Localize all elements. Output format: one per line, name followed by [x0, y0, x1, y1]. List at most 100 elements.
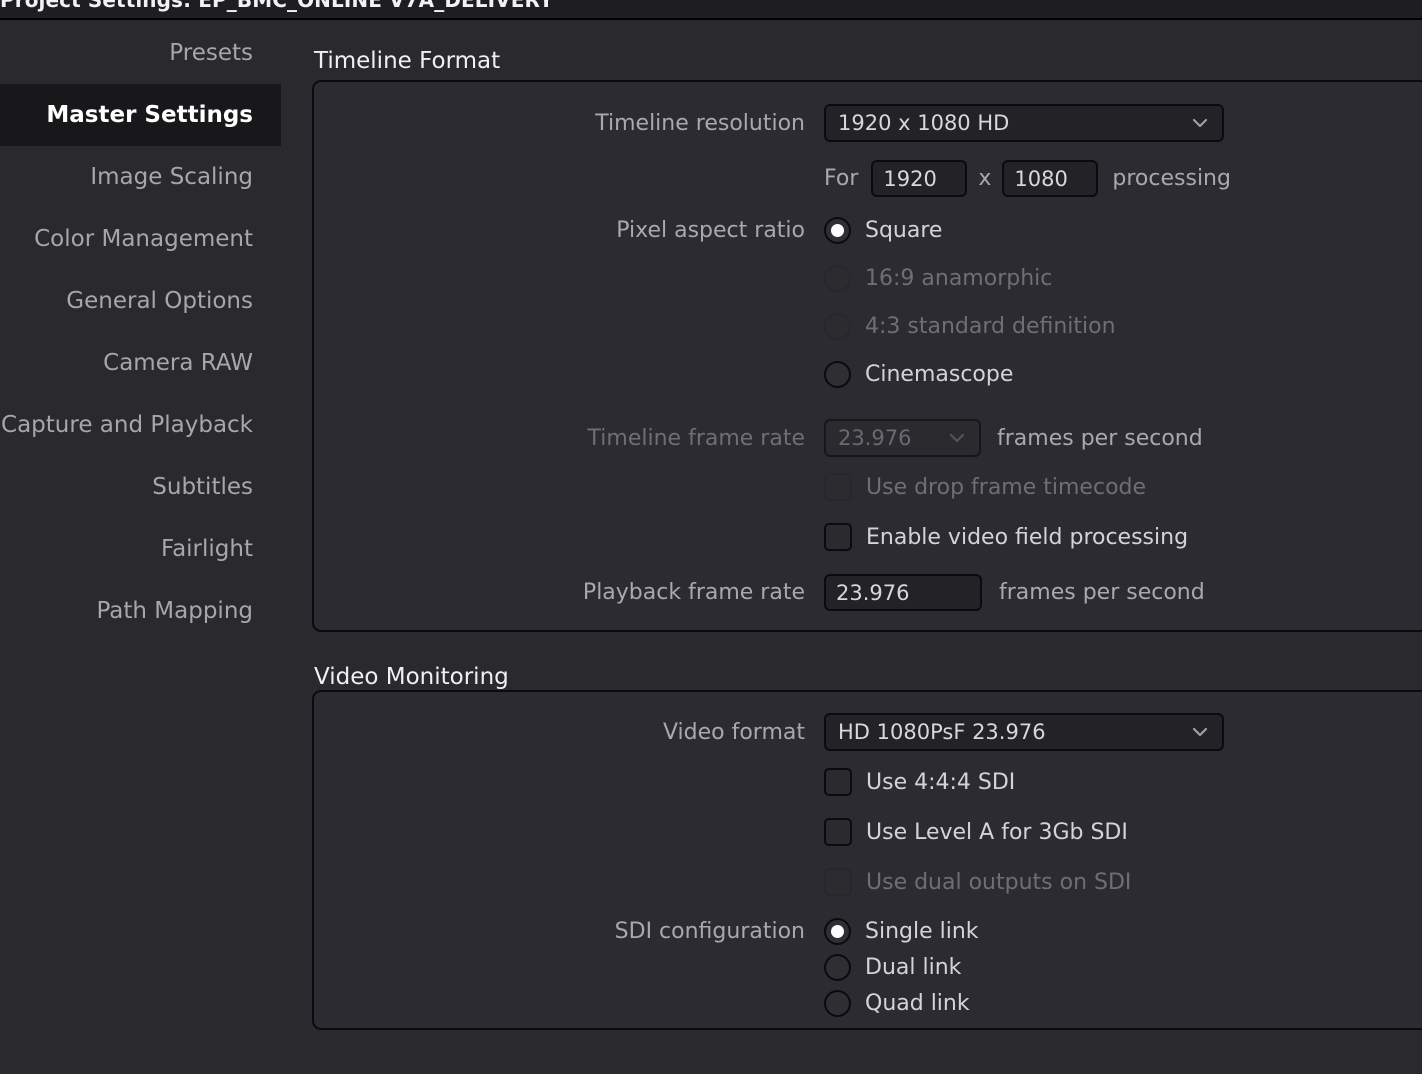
use-level-a-label: Use Level A for 3Gb SDI: [866, 819, 1128, 845]
radio-icon-cinemascope[interactable]: [824, 361, 851, 388]
video-format-label: Video format: [662, 719, 805, 745]
radio-icon-4-3-standard-definition: [824, 313, 851, 340]
use-dual-outputs-row: Use dual outputs on SDI: [314, 868, 1131, 896]
video-monitoring-panel: Video format HD 1080PsF 23.976 Use 4:4:4…: [312, 690, 1422, 1030]
use-dual-outputs-label: Use dual outputs on SDI: [866, 869, 1132, 895]
use-444-sdi-label: Use 4:4:4 SDI: [866, 769, 1016, 795]
sidebar-item-general-options[interactable]: General Options: [0, 270, 281, 332]
processing-width-input[interactable]: 1920: [871, 160, 968, 197]
sidebar-item-label: Capture and Playback: [1, 412, 253, 438]
timeline-frame-rate-dropdown: 23.976: [824, 419, 981, 457]
sidebar-item-camera-raw[interactable]: Camera RAW: [0, 332, 281, 394]
sidebar-item-path-mapping[interactable]: Path Mapping: [0, 580, 281, 642]
use-level-a-option[interactable]: Use Level A for 3Gb SDI: [824, 818, 1128, 846]
pixel-aspect-ratio-row-square: Pixel aspect ratio Square: [314, 217, 942, 244]
playback-frame-rate-input[interactable]: 23.976: [824, 574, 982, 611]
radio-icon-square[interactable]: [824, 217, 851, 244]
sidebar-item-label: Fairlight: [160, 536, 253, 562]
timeline-resolution-row: Timeline resolution 1920 x 1080 HD: [314, 104, 1224, 142]
sdi-configuration-option-single-link[interactable]: Single link: [824, 918, 979, 945]
sdi-configuration-row-dual: Dual link: [314, 954, 961, 981]
chevron-down-icon: [947, 428, 967, 448]
sidebar-item-capture-and-playback[interactable]: Capture and Playback: [0, 394, 281, 456]
sidebar-item-label: Color Management: [34, 226, 253, 252]
sidebar-item-subtitles[interactable]: Subtitles: [0, 456, 281, 518]
pixel-aspect-ratio-row-anamorphic: 16:9 anamorphic: [314, 265, 1052, 292]
sidebar-item-label: Camera RAW: [103, 350, 253, 376]
sidebar-item-label: Presets: [169, 40, 253, 66]
processing-width-value: 1920: [883, 166, 937, 191]
timeline-resolution-value: 1920 x 1080 HD: [838, 111, 1010, 135]
sidebar-item-label: Master Settings: [46, 102, 253, 128]
timeline-frame-rate-row: Timeline frame rate 23.976 frames per se…: [314, 419, 1203, 457]
playback-frame-rate-label: Playback frame rate: [582, 580, 805, 605]
timeline-frame-rate-unit: frames per second: [997, 425, 1203, 451]
settings-content: Timeline Format Timeline resolution 1920…: [281, 22, 1422, 1074]
use-level-a-row: Use Level A for 3Gb SDI: [314, 818, 1128, 846]
sidebar-item-label: Image Scaling: [90, 164, 253, 190]
sdi-configuration-option-label: Dual link: [865, 955, 962, 980]
sidebar-item-master-settings[interactable]: Master Settings: [0, 84, 281, 146]
pixel-aspect-ratio-option-4-3-standard-definition: 4:3 standard definition: [824, 313, 1116, 340]
video-format-value: HD 1080PsF 23.976: [838, 720, 1046, 744]
sidebar-item-image-scaling[interactable]: Image Scaling: [0, 146, 281, 208]
pixel-aspect-ratio-row-sd: 4:3 standard definition: [314, 313, 1116, 340]
sidebar-item-label: Path Mapping: [96, 598, 253, 624]
processing-suffix: processing: [1112, 166, 1231, 191]
pixel-aspect-ratio-option-label: 4:3 standard definition: [865, 314, 1116, 339]
video-format-dropdown[interactable]: HD 1080PsF 23.976: [824, 713, 1224, 751]
playback-frame-rate-value: 23.976: [836, 580, 910, 605]
timeline-format-panel: Timeline resolution 1920 x 1080 HD For 1…: [312, 80, 1422, 632]
timeline-format-heading: Timeline Format: [314, 48, 501, 74]
window-title: Project Settings: EP_BMC_ONLINE V7A_DELI…: [0, 0, 554, 12]
pixel-aspect-ratio-option-label: 16:9 anamorphic: [865, 266, 1053, 291]
checkbox-icon-use-level-a-for-3gb-sdi[interactable]: [824, 818, 852, 846]
project-settings-window: Project Settings: EP_BMC_ONLINE V7A_DELI…: [0, 0, 1422, 1074]
processing-height-input[interactable]: 1080: [1002, 160, 1099, 197]
pixel-aspect-ratio-option-label: Cinemascope: [865, 362, 1014, 387]
window-titlebar: Project Settings: EP_BMC_ONLINE V7A_DELI…: [0, 0, 1422, 20]
radio-icon-single-link[interactable]: [824, 918, 851, 945]
enable-video-field-processing-option[interactable]: Enable video field processing: [824, 523, 1188, 551]
use-drop-frame-timecode-label: Use drop frame timecode: [866, 474, 1147, 500]
sdi-configuration-option-label: Single link: [865, 919, 979, 944]
chevron-down-icon: [1190, 113, 1210, 133]
pixel-aspect-ratio-row-cinemascope: Cinemascope: [314, 361, 1013, 388]
timeline-resolution-dropdown[interactable]: 1920 x 1080 HD: [824, 104, 1224, 142]
sdi-configuration-option-quad-link[interactable]: Quad link: [824, 990, 970, 1017]
pixel-aspect-ratio-label: Pixel aspect ratio: [616, 218, 805, 243]
checkbox-icon-enable-video-field-processing[interactable]: [824, 523, 852, 551]
sdi-configuration-row-single: SDI configuration Single link: [314, 918, 979, 945]
use-dual-outputs-option: Use dual outputs on SDI: [824, 868, 1131, 896]
pixel-aspect-ratio-option-label: Square: [865, 218, 943, 243]
sidebar-item-color-management[interactable]: Color Management: [0, 208, 281, 270]
timeline-frame-rate-value: 23.976: [838, 426, 912, 450]
sidebar-item-fairlight[interactable]: Fairlight: [0, 518, 281, 580]
sidebar-item-presets[interactable]: Presets: [0, 22, 281, 84]
chevron-down-icon: [1190, 722, 1210, 742]
use-drop-frame-timecode-option: Use drop frame timecode: [824, 473, 1146, 501]
sdi-configuration-option-dual-link[interactable]: Dual link: [824, 954, 961, 981]
pixel-aspect-ratio-option-16-9-anamorphic: 16:9 anamorphic: [824, 265, 1052, 292]
checkbox-icon-use-drop-frame-timecode: [824, 473, 852, 501]
sdi-configuration-option-label: Quad link: [865, 991, 970, 1016]
checkbox-icon-use-dual-outputs-on-sdi: [824, 868, 852, 896]
checkbox-icon-use-444-sdi[interactable]: [824, 768, 852, 796]
sidebar-item-label: General Options: [66, 288, 253, 314]
processing-resolution-row: For 1920 x 1080 processing: [314, 160, 1231, 197]
enable-video-field-processing-label: Enable video field processing: [866, 524, 1189, 550]
video-monitoring-heading: Video Monitoring: [314, 664, 509, 690]
timeline-frame-rate-label: Timeline frame rate: [587, 425, 805, 451]
sidebar-item-label: Subtitles: [152, 474, 253, 500]
enable-video-field-processing-row: Enable video field processing: [314, 523, 1188, 551]
radio-icon-16-9-anamorphic: [824, 265, 851, 292]
video-format-row: Video format HD 1080PsF 23.976: [314, 713, 1224, 751]
radio-icon-quad-link[interactable]: [824, 990, 851, 1017]
pixel-aspect-ratio-option-cinemascope[interactable]: Cinemascope: [824, 361, 1013, 388]
use-444-sdi-option[interactable]: Use 4:4:4 SDI: [824, 768, 1015, 796]
pixel-aspect-ratio-option-square[interactable]: Square: [824, 217, 942, 244]
radio-icon-dual-link[interactable]: [824, 954, 851, 981]
playback-frame-rate-row: Playback frame rate 23.976 frames per se…: [314, 574, 1205, 611]
processing-height-value: 1080: [1014, 166, 1068, 191]
timeline-resolution-label: Timeline resolution: [595, 110, 805, 136]
